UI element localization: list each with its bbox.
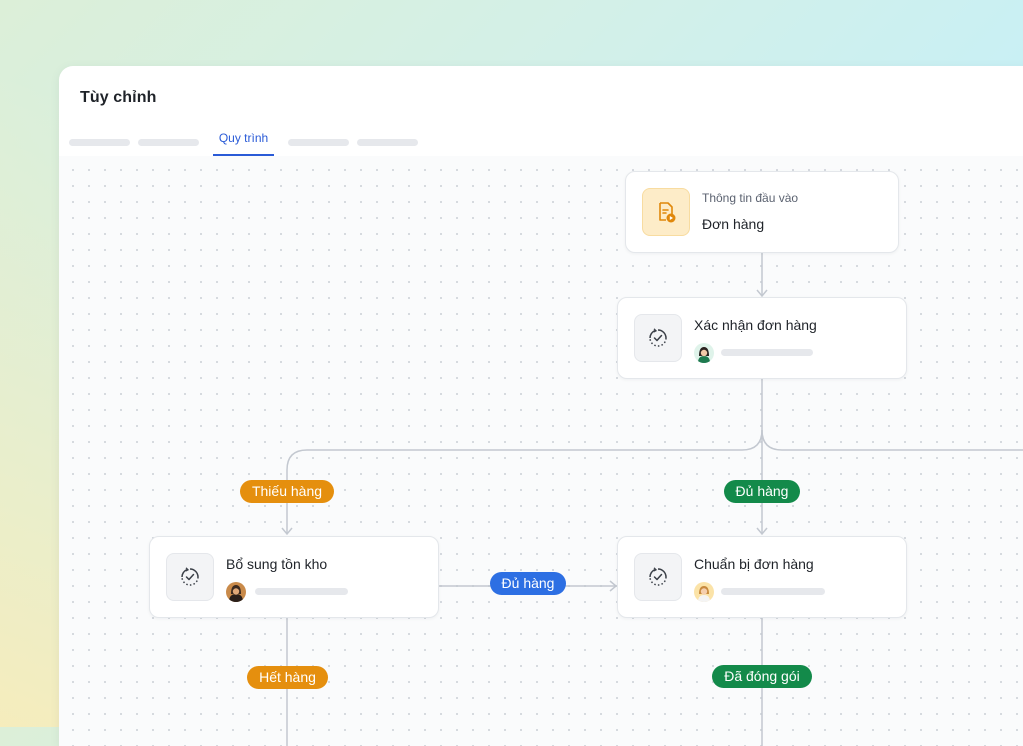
node-title: Bổ sung tồn kho	[226, 556, 328, 572]
condition-enough-label[interactable]: Đủ hàng	[490, 572, 566, 595]
assignee-placeholder	[721, 349, 813, 356]
sync-check-icon	[634, 553, 682, 601]
input-node[interactable]: Thông tin đầu vào Đơn hàng	[625, 171, 899, 253]
node-title: Đơn hàng	[702, 216, 765, 232]
tab-workflow[interactable]: Quy trình	[213, 130, 274, 156]
condition-packed-label[interactable]: Đã đóng gói	[712, 665, 812, 688]
tab-placeholder[interactable]	[69, 139, 130, 146]
assignee-placeholder	[721, 588, 825, 595]
document-play-icon	[642, 188, 690, 236]
avatar	[226, 582, 246, 602]
avatar	[694, 343, 714, 363]
sync-check-icon	[166, 553, 214, 601]
node-subtitle: Thông tin đầu vào	[702, 191, 799, 205]
page-title: Tùy chỉnh	[80, 89, 157, 106]
condition-out-of-stock-label[interactable]: Hết hàng	[247, 666, 328, 689]
workflow-canvas[interactable]: Thông tin đầu vào Đơn hàng Xác nhận đơn …	[59, 156, 1023, 746]
assignee-placeholder	[255, 588, 348, 595]
tab-placeholder[interactable]	[357, 139, 418, 146]
sync-check-icon	[634, 314, 682, 362]
tab-placeholder[interactable]	[288, 139, 349, 146]
condition-enough-label[interactable]: Đủ hàng	[724, 480, 800, 503]
node-title: Xác nhận đơn hàng	[694, 317, 817, 333]
confirm-order-node[interactable]: Xác nhận đơn hàng	[617, 297, 907, 379]
avatar	[694, 582, 714, 602]
tab-bar	[59, 126, 1023, 157]
condition-shortage-label[interactable]: Thiếu hàng	[240, 480, 334, 503]
node-title: Chuẩn bị đơn hàng	[694, 556, 814, 572]
prepare-order-node[interactable]: Chuẩn bị đơn hàng	[617, 536, 907, 618]
app-window: Tùy chỉnh Quy trình Thông tin đầu vào Đơ…	[59, 66, 1023, 746]
tab-placeholder[interactable]	[138, 139, 199, 146]
restock-node[interactable]: Bổ sung tồn kho	[149, 536, 439, 618]
